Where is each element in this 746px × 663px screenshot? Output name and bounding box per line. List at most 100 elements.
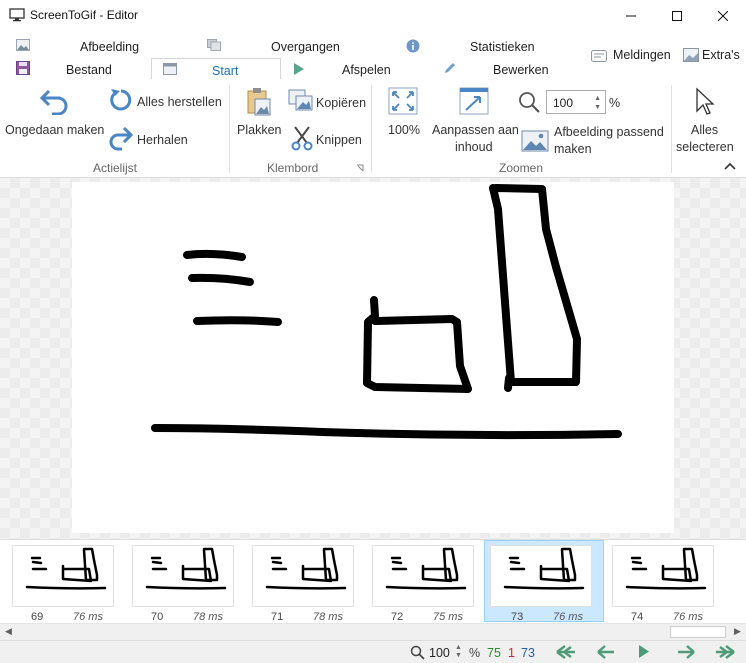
- ribbon-separator: [671, 85, 672, 173]
- notifications-button[interactable]: Meldingen: [613, 48, 671, 62]
- info-icon: [406, 39, 420, 53]
- close-button[interactable]: [700, 0, 746, 31]
- tab-afspelen[interactable]: Afspelen: [342, 63, 391, 77]
- frame-thumbnail[interactable]: 74 76 ms: [612, 545, 732, 623]
- mini-drawing: [625, 547, 707, 590]
- tab-overgangen[interactable]: Overgangen: [271, 40, 340, 54]
- zoom-input-value: 100: [553, 96, 574, 110]
- mini-drawing: [145, 547, 227, 590]
- frame-thumbnail-selected[interactable]: 73 76 ms: [484, 540, 610, 623]
- undo-button[interactable]: Ongedaan maken: [5, 123, 104, 137]
- frame-number: 73: [511, 611, 524, 623]
- fit-image-button-line2[interactable]: maken: [554, 142, 592, 156]
- scroll-right-icon[interactable]: ▶: [734, 626, 741, 637]
- zoom-down-icon[interactable]: ▼: [594, 104, 601, 111]
- fit-image-button-line1[interactable]: Afbeelding passend: [554, 125, 664, 139]
- paste-icon: [247, 88, 271, 116]
- edit-pen-icon: [445, 63, 455, 73]
- previous-frame-icon[interactable]: [596, 645, 616, 659]
- extras-button[interactable]: Extra's: [702, 48, 740, 62]
- maximize-icon: [672, 10, 682, 21]
- screentogif-app-icon: [9, 8, 25, 22]
- frame-delay: 75 ms: [433, 611, 463, 623]
- tab-afbeelding[interactable]: Afbeelding: [80, 40, 139, 54]
- zoom-percent-sign: %: [609, 96, 621, 110]
- tab-bewerken[interactable]: Bewerken: [493, 63, 549, 77]
- frame-number: 70: [151, 611, 164, 623]
- status-zoom-spinner-icon[interactable]: ▲ ▼: [455, 644, 462, 660]
- reset-all-button[interactable]: Alles herstellen: [137, 95, 222, 109]
- zoom-up-icon[interactable]: ▲: [594, 95, 601, 102]
- select-all-cursor-icon: [696, 87, 715, 115]
- minimize-icon: [626, 15, 636, 16]
- thumbnail-image: [252, 545, 354, 607]
- frame-number: 69: [31, 611, 44, 623]
- start-tab-icon: [163, 63, 177, 75]
- zoom-input[interactable]: 100 ▲ ▼: [546, 90, 606, 114]
- frame-delay: 78 ms: [193, 611, 223, 623]
- zoom-100-button[interactable]: 100%: [388, 123, 420, 137]
- select-all-button-line2[interactable]: selecteren: [676, 140, 734, 154]
- thumbnail-image: [612, 545, 714, 607]
- extras-icon: [683, 48, 699, 62]
- fit-to-content-button-line2[interactable]: inhoud: [455, 140, 493, 154]
- redo-button[interactable]: Herhalen: [137, 133, 188, 147]
- filmstrip-scrollbar[interactable]: ◀ ▶: [0, 623, 746, 640]
- frame-number: 74: [631, 611, 644, 623]
- collapse-ribbon-icon[interactable]: [723, 161, 737, 171]
- group-label-actions: Actielijst: [93, 161, 138, 175]
- frame-number: 72: [391, 611, 404, 623]
- frame-preview[interactable]: [72, 182, 674, 533]
- scrollbar-thumb[interactable]: [670, 626, 726, 638]
- minimize-button[interactable]: [608, 0, 654, 31]
- status-zoom-value[interactable]: 100: [429, 646, 450, 660]
- undo-icon: [40, 89, 68, 115]
- canvas-area[interactable]: [0, 178, 746, 539]
- frame-thumbnail[interactable]: 71 78 ms: [252, 545, 372, 623]
- save-icon: [16, 61, 30, 75]
- ribbon-separator: [229, 85, 230, 173]
- first-frame-icon[interactable]: [555, 645, 577, 659]
- copy-button[interactable]: Kopiëren: [316, 96, 366, 110]
- frame-filmstrip[interactable]: 69 76 ms 70 78 ms 71 78 ms 72 75 ms 73 7…: [0, 539, 746, 623]
- next-frame-icon[interactable]: [676, 645, 696, 659]
- mini-drawing: [385, 547, 467, 590]
- reset-all-icon: [110, 89, 132, 111]
- maximize-button[interactable]: [654, 0, 700, 31]
- notifications-icon: [591, 50, 607, 62]
- frame-delay: 76 ms: [73, 611, 103, 623]
- selected-frames-count: 1: [508, 646, 515, 660]
- zoom-100-icon: [388, 87, 418, 115]
- thumbnail-image: [372, 545, 474, 607]
- tab-bestand[interactable]: Bestand: [66, 63, 112, 77]
- mini-drawing: [503, 547, 585, 590]
- fit-image-icon: [521, 130, 549, 152]
- magnifier-icon: [519, 92, 540, 113]
- scroll-left-icon[interactable]: ◀: [5, 626, 12, 637]
- ribbon-panel: Ongedaan maken Alles herstellen Herhalen…: [0, 79, 746, 178]
- frame-thumbnail[interactable]: 72 75 ms: [372, 545, 492, 623]
- cut-button[interactable]: Knippen: [316, 133, 362, 147]
- mini-drawing: [265, 547, 347, 590]
- mini-drawing: [25, 547, 107, 590]
- thumbnail-image: [132, 545, 234, 607]
- thumbnail-image: [490, 545, 592, 607]
- group-label-clipboard: Klembord: [267, 161, 319, 175]
- last-frame-icon[interactable]: [714, 645, 736, 659]
- dialog-launcher-icon[interactable]: [356, 164, 364, 172]
- frame-thumbnail[interactable]: 69 76 ms: [12, 545, 132, 623]
- thumbnail-image: [12, 545, 114, 607]
- title-bar: ScreenToGif - Editor: [0, 0, 746, 31]
- frame-number: 71: [271, 611, 284, 623]
- play-preview-icon[interactable]: [638, 644, 650, 659]
- paste-button[interactable]: Plakken: [237, 123, 281, 137]
- fit-to-content-button-line1[interactable]: Aanpassen aan: [432, 123, 519, 137]
- tab-statistieken[interactable]: Statistieken: [470, 40, 535, 54]
- select-all-button-line1[interactable]: Alles: [691, 123, 718, 137]
- cut-scissors-icon: [291, 126, 313, 151]
- frame-thumbnail[interactable]: 70 78 ms: [132, 545, 252, 623]
- tab-start[interactable]: Start: [212, 64, 238, 78]
- current-frame-number: 73: [521, 646, 535, 660]
- status-zoom-percent: %: [469, 646, 481, 660]
- frame-delay: 76 ms: [673, 611, 703, 623]
